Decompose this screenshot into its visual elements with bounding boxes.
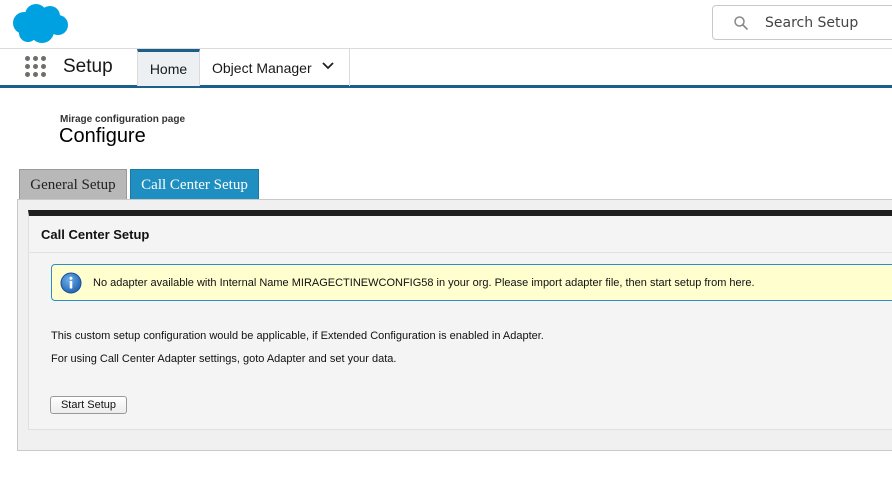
tab-object-manager[interactable]: Object Manager xyxy=(200,49,350,86)
panel-header: Call Center Setup xyxy=(29,216,892,253)
info-message-box: No adapter available with Internal Name … xyxy=(51,264,892,301)
call-center-setup-panel: Call Center Setup xyxy=(28,210,892,430)
page-subtitle: Mirage configuration page xyxy=(60,114,186,125)
context-bar: Setup Home Object Manager xyxy=(0,48,892,88)
adapter-settings-note: For using Call Center Adapter settings, … xyxy=(51,353,397,365)
search-placeholder: Search Setup xyxy=(765,15,859,31)
page-title: Configure xyxy=(59,125,146,147)
search-icon xyxy=(734,16,748,30)
app-launcher-icon[interactable] xyxy=(25,56,47,78)
tab-home-label: Home xyxy=(149,61,188,77)
tab-general-setup[interactable]: General Setup xyxy=(19,169,127,200)
info-message-text: No adapter available with Internal Name … xyxy=(93,277,755,289)
global-header: Search Setup xyxy=(0,0,892,48)
panel-title: Call Center Setup xyxy=(41,227,150,242)
extended-config-note: This custom setup configuration would be… xyxy=(51,330,544,342)
start-setup-button[interactable]: Start Setup xyxy=(50,396,127,414)
tab-call-center-setup[interactable]: Call Center Setup xyxy=(130,169,259,200)
search-input[interactable]: Search Setup xyxy=(712,5,892,40)
chevron-down-icon[interactable] xyxy=(321,61,335,71)
tab-home[interactable]: Home xyxy=(137,49,200,86)
app-name: Setup xyxy=(63,56,113,77)
tab-object-manager-label: Object Manager xyxy=(212,59,312,76)
salesforce-cloud-logo[interactable] xyxy=(10,3,70,45)
info-icon xyxy=(60,272,82,294)
